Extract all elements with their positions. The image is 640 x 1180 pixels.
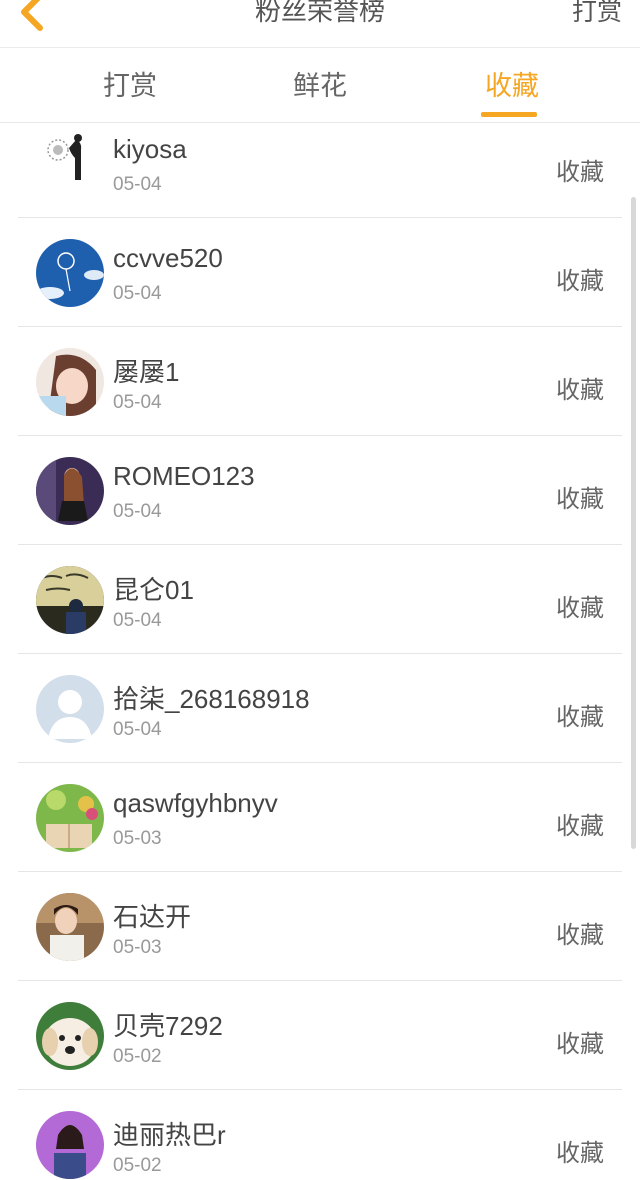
item-date: 05-04 (113, 392, 162, 413)
green-book-avatar[interactable] (36, 784, 104, 852)
action-label: 收藏 (556, 812, 604, 840)
page-title: 粉丝荣誉榜 (254, 0, 385, 27)
user-name: ROMEO123 (113, 461, 255, 491)
tab-flowers[interactable]: 鲜花 (260, 49, 380, 123)
street-girl-avatar[interactable] (36, 457, 104, 525)
action-label: 收藏 (556, 1139, 604, 1167)
list-item[interactable]: ccvve520 05-04 收藏 (18, 219, 622, 327)
action-label: 收藏 (556, 267, 604, 295)
item-date: 05-02 (113, 1046, 162, 1067)
user-name: 贝壳7292 (113, 1011, 223, 1041)
user-name: qaswfgyhbnyv (113, 788, 278, 818)
item-date: 05-04 (113, 501, 162, 522)
purple-girl-avatar[interactable] (36, 1111, 104, 1179)
action-label: 收藏 (556, 921, 604, 949)
tab-favorites[interactable]: 收藏 (452, 49, 572, 123)
item-date: 05-04 (113, 174, 162, 195)
action-label: 收藏 (556, 485, 604, 513)
action-label: 收藏 (556, 1030, 604, 1058)
tab-reward[interactable]: 打赏 (70, 49, 190, 123)
user-name: 昆仑01 (113, 575, 194, 605)
scrollbar[interactable] (631, 197, 636, 849)
dandelion-silhouette-avatar[interactable] (36, 130, 104, 198)
tab-label: 鲜花 (293, 71, 347, 102)
item-date: 05-03 (113, 937, 162, 958)
tab-label: 收藏 (485, 71, 539, 102)
top-navigation-bar: 粉丝荣誉榜 打赏 (0, 0, 640, 48)
chalkboard-person-avatar[interactable] (36, 566, 104, 634)
action-label: 收藏 (556, 703, 604, 731)
item-date: 05-04 (113, 283, 162, 304)
user-name: ccvve520 (113, 243, 223, 273)
user-name: kiyosa (113, 134, 187, 164)
action-label: 收藏 (556, 158, 604, 186)
action-label: 收藏 (556, 376, 604, 404)
list-item[interactable]: qaswfgyhbnyv 05-03 收藏 (18, 764, 622, 872)
user-name: 迪丽热巴r (113, 1120, 226, 1150)
puppy-avatar[interactable] (36, 1002, 104, 1070)
list-item[interactable]: 贝壳7292 05-02 收藏 (18, 982, 622, 1090)
list-item[interactable]: 拾柒_268168918 05-04 收藏 (18, 655, 622, 763)
item-date: 05-04 (113, 610, 162, 631)
tab-bar: 打赏 鲜花 收藏 (0, 49, 640, 123)
blue-sky-dandelion-avatar[interactable] (36, 239, 104, 307)
list-item[interactable]: 迪丽热巴r 05-02 收藏 (18, 1091, 622, 1180)
list-item[interactable]: ROMEO123 05-04 收藏 (18, 437, 622, 545)
user-name: 拾柒_268168918 (113, 684, 310, 714)
boy-portrait-avatar[interactable] (36, 893, 104, 961)
item-date: 05-04 (113, 719, 162, 740)
list-item[interactable]: 屡屡1 05-04 收藏 (18, 328, 622, 436)
user-name: 屡屡1 (113, 357, 180, 387)
user-name: 石达开 (113, 902, 192, 932)
action-label: 收藏 (556, 594, 604, 622)
list-item[interactable]: 石达开 05-03 收藏 (18, 873, 622, 981)
fan-list[interactable]: kiyosa 05-04 收藏 ccvve520 05-04 收藏 屡屡1 05… (0, 124, 640, 1180)
tab-label: 打赏 (103, 71, 157, 102)
list-item[interactable]: 昆仑01 05-04 收藏 (18, 546, 622, 654)
reward-button[interactable]: 打赏 (572, 0, 622, 32)
list-item[interactable]: kiyosa 05-04 收藏 (18, 124, 622, 218)
item-date: 05-02 (113, 1155, 162, 1176)
girl-portrait-avatar[interactable] (36, 348, 104, 416)
active-tab-indicator (481, 112, 537, 117)
default-user-avatar[interactable] (36, 675, 104, 743)
item-date: 05-03 (113, 828, 162, 849)
